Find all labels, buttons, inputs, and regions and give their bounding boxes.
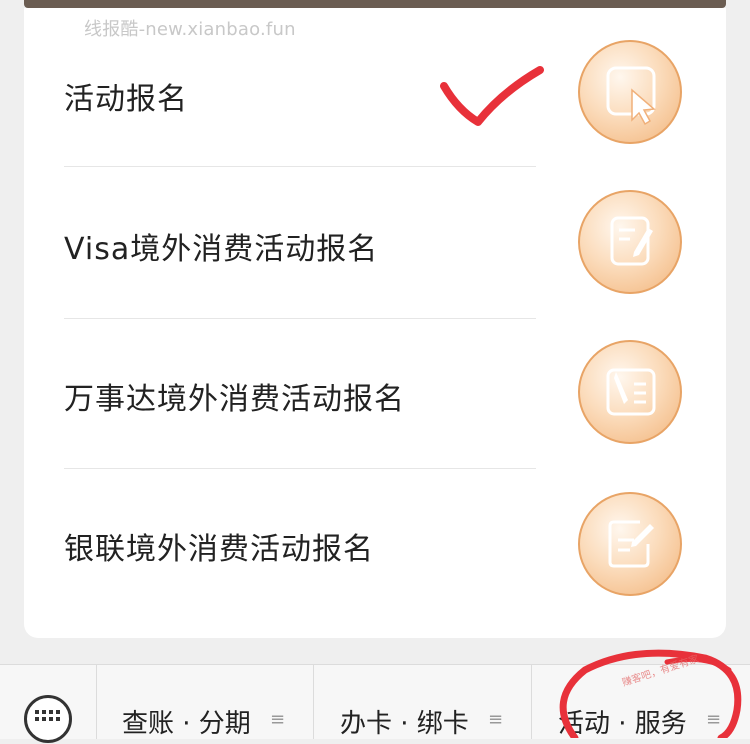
circle-annotation-icon (559, 649, 742, 738)
keyboard-toggle-button[interactable] (0, 665, 97, 743)
menu-lines-icon: ≡ (270, 709, 286, 730)
edit-square-icon[interactable] (578, 492, 682, 596)
brush-list-icon[interactable] (578, 340, 682, 444)
menu-item-label: 活动报名 (64, 82, 188, 117)
tab-card-apply-bind[interactable]: 办卡 · 绑卡 ≡ (314, 665, 532, 739)
edit-document-icon[interactable] (578, 190, 682, 294)
watermark: 线报酷-new.xianbao.fun (84, 19, 296, 40)
tab-bills-installments[interactable]: 查账 · 分期 ≡ (96, 665, 314, 739)
top-header-strip (24, 0, 726, 8)
divider (64, 166, 536, 167)
menu-lines-icon: ≡ (488, 709, 504, 730)
activity-menu-card: 活动报名 Visa境外消费活动报名 万事达境外消费活动报名 银联境外消费活动报名 (24, 8, 726, 638)
tab-label: 查账 · 分期 (122, 709, 251, 739)
cursor-select-icon[interactable] (578, 40, 682, 144)
menu-item-label: 银联境外消费活动报名 (64, 532, 374, 567)
menu-item-label: Visa境外消费活动报名 (64, 232, 379, 267)
keyboard-icon (24, 695, 72, 743)
checkmark-annotation-icon (440, 66, 544, 126)
tab-label: 办卡 · 绑卡 (340, 709, 469, 739)
menu-item-label: 万事达境外消费活动报名 (64, 382, 405, 417)
